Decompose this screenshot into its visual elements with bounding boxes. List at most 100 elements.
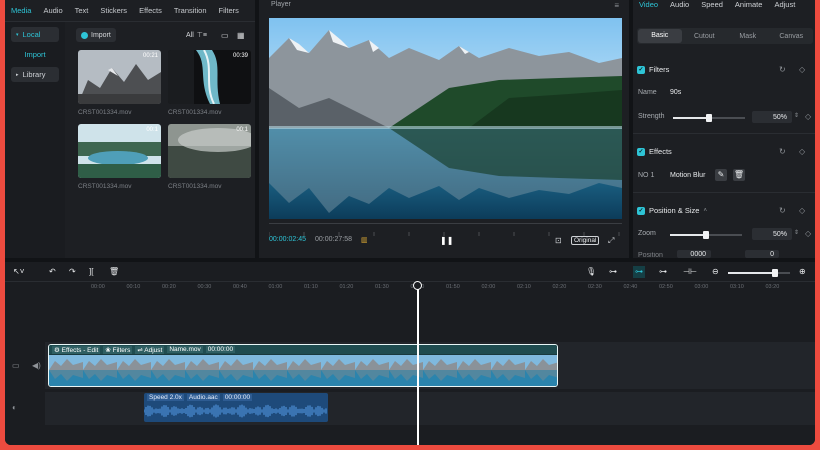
effect-name-value: Motion Blur: [670, 172, 706, 179]
stepper-icon[interactable]: ⇕: [794, 229, 799, 237]
menu-icon[interactable]: ≡: [614, 2, 619, 10]
filters-tag[interactable]: ❀ Filters: [103, 345, 133, 354]
video-track-icon: ▭: [12, 361, 20, 370]
adjust-tag[interactable]: ⇌ Adjust: [135, 345, 165, 354]
strength-input[interactable]: 50%: [752, 111, 792, 123]
media-thumb[interactable]: 00:21: [78, 50, 161, 104]
strength-slider[interactable]: [673, 114, 745, 122]
caret-right-icon: ▸: [16, 71, 19, 78]
keyframe-icon[interactable]: ◇: [799, 148, 805, 156]
slider-knob[interactable]: [771, 269, 778, 277]
checkbox-icon[interactable]: ✓: [637, 147, 645, 156]
grid-view-icon[interactable]: ▦: [237, 28, 245, 42]
tab-transition[interactable]: Transition: [168, 6, 213, 15]
position-section-header[interactable]: ✓ Position & Size ˄: [637, 206, 707, 215]
ruler-tick: 02:50: [659, 284, 673, 290]
tab-audio[interactable]: Audio: [37, 6, 68, 15]
position-x-input[interactable]: 0000: [677, 250, 711, 258]
edit-icon[interactable]: ✎: [715, 169, 727, 181]
media-thumb[interactable]: 00:39: [168, 50, 251, 104]
strength-value: 50%: [772, 113, 787, 121]
redo-icon[interactable]: ↷: [69, 268, 76, 276]
import-button[interactable]: Import: [76, 28, 116, 42]
pause-icon[interactable]: ❚❚: [440, 236, 453, 245]
timeline-ruler[interactable]: 00:00 00:10 00:20 00:30 00:40 01:00 01:10 01:20…: [5, 283, 815, 293]
video-clip[interactable]: ⚙ Effects - Edit ❀ Filters ⇌ Adjust Name…: [48, 344, 558, 387]
slider-fill: [670, 234, 706, 236]
keyframe-icon[interactable]: ◇: [805, 113, 811, 121]
tab-animate[interactable]: Animate: [735, 0, 763, 9]
microphone-icon[interactable]: 🎙: [586, 268, 596, 276]
fullscreen-icon[interactable]: ⤢: [608, 236, 614, 246]
tab-audio[interactable]: Audio: [670, 0, 689, 9]
zoom-in-icon[interactable]: ⊕: [799, 268, 806, 276]
reset-icon[interactable]: ↻: [779, 66, 786, 74]
undo-icon[interactable]: ↶: [49, 268, 56, 276]
player-scrubber[interactable]: [268, 223, 622, 236]
effects-tag[interactable]: ⚙ Effects - Edit: [52, 345, 101, 354]
clip-frame: [253, 355, 287, 386]
slider-knob[interactable]: [703, 231, 709, 239]
keyframe-icon[interactable]: ◇: [799, 66, 805, 74]
tab-adjust[interactable]: Adjust: [774, 0, 795, 9]
effects-section-header[interactable]: ✓ Effects: [637, 147, 672, 156]
checkbox-icon[interactable]: ✓: [637, 65, 645, 74]
tab-effects[interactable]: Effects: [133, 6, 168, 15]
editor-window: Media Audio Text Stickers Effects Transi…: [5, 0, 815, 445]
tab-text[interactable]: Text: [69, 6, 95, 15]
filter-all-button[interactable]: All ⊤≡: [186, 28, 207, 42]
filter-name-value: 90s: [670, 89, 682, 96]
gear-icon: ⚙: [54, 346, 62, 354]
ruler-tick: 00:10: [126, 284, 141, 290]
tab-video[interactable]: Video: [639, 0, 658, 9]
preview-link-icon[interactable]: ⊶: [659, 268, 667, 276]
playhead-handle[interactable]: [413, 281, 422, 290]
delete-icon[interactable]: 🗑: [733, 169, 745, 181]
align-icon[interactable]: ⊣⊢: [683, 268, 697, 276]
reset-icon[interactable]: ↻: [779, 148, 786, 156]
subtab-canvas[interactable]: Canvas: [770, 33, 814, 40]
zoom-slider[interactable]: [670, 231, 742, 239]
sidebar-item-local[interactable]: ▾ Local: [11, 27, 59, 42]
link-icon[interactable]: ⊶: [609, 268, 617, 276]
keyframe-icon[interactable]: ◇: [805, 230, 811, 238]
inspector-subtabs: Basic Cutout Mask Canvas: [637, 28, 813, 44]
position-y-value: 0: [770, 250, 774, 258]
slider-knob[interactable]: [706, 114, 712, 122]
screenshot-icon[interactable]: ⊡: [555, 236, 562, 245]
subtab-mask[interactable]: Mask: [726, 33, 770, 40]
timeline-zoom-slider[interactable]: [728, 269, 790, 277]
video-preview[interactable]: [269, 18, 622, 219]
zoom-input[interactable]: 50%: [752, 228, 792, 240]
stepper-icon[interactable]: ⇕: [794, 112, 799, 120]
tab-media[interactable]: Media: [5, 6, 37, 15]
position-y-input[interactable]: 0: [745, 250, 779, 258]
checkbox-icon[interactable]: ✓: [637, 206, 645, 215]
sidebar-item-library[interactable]: ▸ Library: [11, 67, 59, 82]
media-thumb[interactable]: 00:1: [168, 124, 251, 178]
duration-label: 00:39: [232, 53, 248, 59]
snap-icon[interactable]: ⊶: [633, 266, 645, 278]
sidebar-item-import[interactable]: Import: [11, 47, 59, 62]
delete-icon[interactable]: 🗑: [109, 268, 119, 276]
sidebar-item-label: Local: [22, 30, 41, 39]
split-icon[interactable]: ][: [89, 268, 93, 276]
list-view-icon[interactable]: ▭: [221, 28, 229, 42]
chevron-up-icon[interactable]: ˄: [703, 208, 707, 214]
mute-track-icon[interactable]: ◀): [32, 361, 41, 370]
tab-speed[interactable]: Speed: [701, 0, 723, 9]
select-tool-icon[interactable]: ↖˅: [13, 268, 24, 276]
audio-clip[interactable]: Speed 2.0x Audio.aac 00:00:00: [144, 393, 328, 422]
subtab-cutout[interactable]: Cutout: [683, 33, 727, 40]
keyframe-icon[interactable]: ◇: [799, 207, 805, 215]
ratio-button[interactable]: Original: [571, 236, 600, 245]
filters-section-header[interactable]: ✓ Filters: [637, 65, 669, 74]
tab-stickers[interactable]: Stickers: [94, 6, 133, 15]
zoom-out-icon[interactable]: ⊖: [712, 268, 719, 276]
clip-frame: [185, 355, 219, 386]
playhead[interactable]: [417, 282, 419, 445]
media-thumb[interactable]: 00:1: [78, 124, 161, 178]
tab-filters[interactable]: Filters: [213, 6, 245, 15]
subtab-basic[interactable]: Basic: [638, 29, 682, 43]
reset-icon[interactable]: ↻: [779, 207, 786, 215]
